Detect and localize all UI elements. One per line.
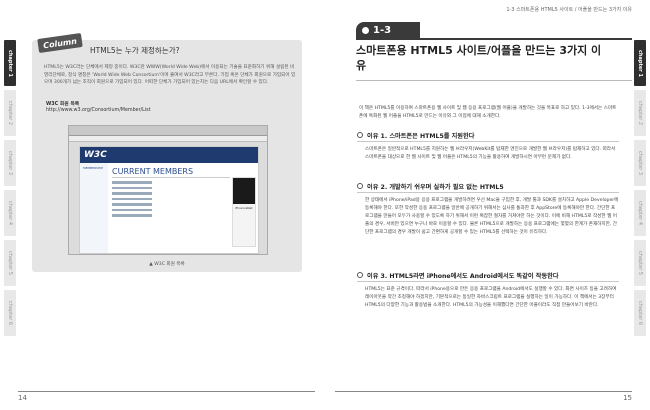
reason-item-1: 이유 1. 스마트폰은 HTML5를 지원한다 스마트폰은 일반적으로 HTML…	[357, 130, 619, 162]
intro-paragraph: 이 책은 HTML5를 이용하여 스마트폰용 웹 사이트 및 웹 응용 프로그램…	[359, 106, 617, 119]
reason-heading: 이유 3. HTML5라면 iPhone에서도 Android에서도 똑같이 작…	[357, 270, 619, 280]
left-page: chapter 1 chapter 2 chapter 3 chapter 4 …	[0, 0, 325, 410]
reason-item-2: 이유 2. 개발하기 쉬우며 실하가 필요 없는 HTML5 한 상태에서 iP…	[357, 181, 619, 237]
right-page: 1-3 스마트폰용 HTML5 사이트 / 어플을 만드는 3가지 이유 1-3…	[325, 0, 650, 410]
reason-body: 한 상태에서 iPhone/iPad용 응용 프로그램을 개발하려면 우선 Ma…	[365, 198, 619, 235]
w3c-main: CURRENT MEMBERS	[112, 167, 230, 217]
section-badge: 1-3	[356, 22, 420, 38]
w3c-sidebar: MEMBERSHIP	[80, 163, 108, 253]
section-title: 스마트폰용 HTML5 사이트/어플을 만드는 3가지 이유	[356, 44, 602, 72]
tab-chapter-4[interactable]: chapter 4	[634, 190, 646, 236]
tab-chapter-1[interactable]: chapter 1	[4, 40, 16, 86]
tab-chapter-3[interactable]: chapter 3	[634, 140, 646, 186]
tab-chapter-2[interactable]: chapter 2	[4, 90, 16, 136]
column-box: Column HTML5는 누가 제정하는가? HTML5는 W3C라는 단체에…	[32, 33, 302, 272]
w3c-logo: W3C	[80, 147, 258, 163]
reason-body: 스마트폰은 일반적으로 HTML5를 지원하는 웹 브라우저(WebKit를 탑…	[365, 147, 616, 160]
book-spread: chapter 1 chapter 2 chapter 3 chapter 4 …	[0, 0, 650, 410]
bullet-circle-icon	[357, 132, 363, 138]
tab-chapter-6[interactable]: chapter 6	[4, 290, 16, 336]
bullet-circle-icon	[357, 183, 363, 189]
side-thumbnail-text: iFinanceNet	[235, 206, 253, 210]
member-list-line	[112, 181, 152, 184]
tab-chapter-6[interactable]: chapter 6	[634, 290, 646, 336]
page-number-left: 14	[18, 394, 27, 402]
w3c-side-panel: iFinanceNet	[232, 177, 256, 247]
tab-chapter-5[interactable]: chapter 5	[634, 240, 646, 286]
section-number: 1-3	[373, 24, 392, 36]
reason-item-3: 이유 3. HTML5라면 iPhone에서도 Android에서도 똑같이 작…	[357, 270, 619, 310]
bullet-circle-icon	[357, 272, 363, 278]
w3c-screenshot: W3C MEMBERSHIP CURRENT MEMBERS iFinanceN…	[68, 125, 268, 255]
column-body: HTML5는 W3C라는 단체에서 제정 중이다. W3C란 WWW(World…	[44, 65, 296, 86]
reason-body: HTML5는 표준 규격이다. 따라서 iPhone용으로 만든 응용 프로그램…	[365, 287, 617, 308]
chapter-tabs-left: chapter 1 chapter 2 chapter 3 chapter 4 …	[4, 40, 16, 340]
member-list-line	[112, 208, 152, 211]
tab-chapter-4[interactable]: chapter 4	[4, 190, 16, 236]
reason-heading-text: 이유 2. 개발하기 쉬우며 실하가 필요 없는 HTML5	[367, 183, 504, 191]
site-label: W3C 회원 목록	[46, 102, 80, 107]
reason-heading: 이유 2. 개발하기 쉬우며 실하가 필요 없는 HTML5	[357, 181, 619, 191]
column-title: HTML5는 누가 제정하는가?	[90, 46, 180, 55]
running-header: 1-3 스마트폰용 HTML5 사이트 / 어플을 만드는 3가지 이유	[506, 7, 632, 13]
site-url[interactable]: http://www.w3.org/Consortium/Member/List	[46, 108, 151, 113]
reason-heading-text: 이유 3. HTML5라면 iPhone에서도 Android에서도 똑같이 작…	[367, 272, 559, 280]
section-rule	[356, 38, 632, 40]
w3c-sidebar-label: MEMBERSHIP	[83, 166, 103, 170]
footer-line	[335, 391, 632, 392]
browser-address-bar	[69, 136, 267, 142]
tab-chapter-2[interactable]: chapter 2	[634, 90, 646, 136]
reason-heading-text: 이유 1. 스마트폰은 HTML5를 지원한다	[367, 132, 475, 140]
tab-chapter-1[interactable]: chapter 1	[634, 40, 646, 86]
tab-chapter-3[interactable]: chapter 3	[4, 140, 16, 186]
figure-caption: ▲ W3C 회원 목록	[149, 262, 185, 267]
page-number-right: 15	[623, 394, 632, 402]
side-thumbnail	[233, 178, 255, 204]
member-list-line	[112, 203, 152, 206]
member-list-line	[112, 197, 152, 200]
members-heading: CURRENT MEMBERS	[112, 167, 230, 178]
browser-chrome	[69, 126, 267, 136]
tab-chapter-5[interactable]: chapter 5	[4, 240, 16, 286]
footer-line	[18, 391, 315, 392]
member-list-line	[112, 214, 152, 217]
w3c-page: W3C MEMBERSHIP CURRENT MEMBERS iFinanceN…	[79, 146, 259, 254]
column-tag: Column	[37, 33, 83, 53]
title-divider	[356, 80, 632, 81]
section-dot-icon	[362, 26, 369, 34]
reason-heading: 이유 1. 스마트폰은 HTML5를 지원한다	[357, 130, 619, 140]
member-list-line	[112, 192, 152, 195]
chapter-tabs-right: chapter 1 chapter 2 chapter 3 chapter 4 …	[634, 40, 646, 340]
member-list-line	[112, 186, 152, 189]
